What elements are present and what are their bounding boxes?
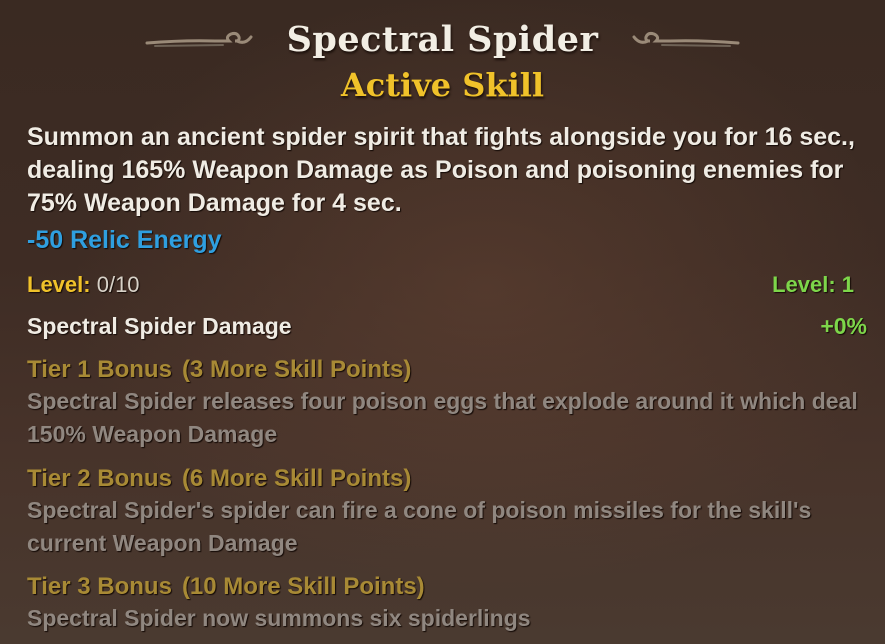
tier-description: Spectral Spider releases four poison egg… xyxy=(27,388,858,447)
tier-heading: Tier 3 Bonus (10 More Skill Points) xyxy=(27,572,872,602)
tier-2-bonus: Tier 2 Bonus (6 More Skill Points) Spectr… xyxy=(27,464,872,560)
skill-title: Spectral Spider xyxy=(286,18,599,60)
tier-points: (6 More Skill Points) xyxy=(181,465,412,492)
tier-description: Spectral Spider now summons six spiderli… xyxy=(27,605,531,631)
level-value: 0/10 xyxy=(96,272,140,297)
tier-name: Tier 1 Bonus xyxy=(27,356,172,383)
tier-name: Tier 2 Bonus xyxy=(27,465,172,492)
tier-points: (3 More Skill Points) xyxy=(181,356,412,383)
tier-heading: Tier 1 Bonus (3 More Skill Points) xyxy=(27,355,872,385)
ornament-right-icon xyxy=(632,31,740,47)
next-level: Level: 1 xyxy=(772,272,854,297)
current-level: Level: 0/10 xyxy=(27,272,140,298)
tier-points: (10 More Skill Points) xyxy=(181,573,425,600)
stat-value: +0% xyxy=(820,313,867,339)
energy-cost: -50 Relic Energy xyxy=(27,226,222,254)
skill-type: Active Skill xyxy=(340,66,545,104)
level-row: Level: 0/10 Level: 1 xyxy=(27,272,854,298)
tier-heading: Tier 2 Bonus (6 More Skill Points) xyxy=(27,464,872,494)
title-row: Spectral Spider xyxy=(0,16,885,62)
tier-name: Tier 3 Bonus xyxy=(27,573,172,600)
tier-description: Spectral Spider's spider can fire a cone… xyxy=(27,497,812,556)
tier-3-bonus: Tier 3 Bonus (10 More Skill Points) Spect… xyxy=(27,572,872,635)
tier-1-bonus: Tier 1 Bonus (3 More Skill Points) Spectr… xyxy=(27,355,872,451)
skill-description: Summon an ancient spider spirit that fig… xyxy=(27,123,855,217)
level-label: Level: xyxy=(27,272,91,297)
stat-name: Spectral Spider Damage xyxy=(27,313,292,339)
skill-tooltip: Spectral Spider Active Skill Summon an a… xyxy=(0,0,885,644)
stat-row: Spectral Spider Damage +0% xyxy=(27,313,867,340)
ornament-left-icon xyxy=(145,31,253,47)
